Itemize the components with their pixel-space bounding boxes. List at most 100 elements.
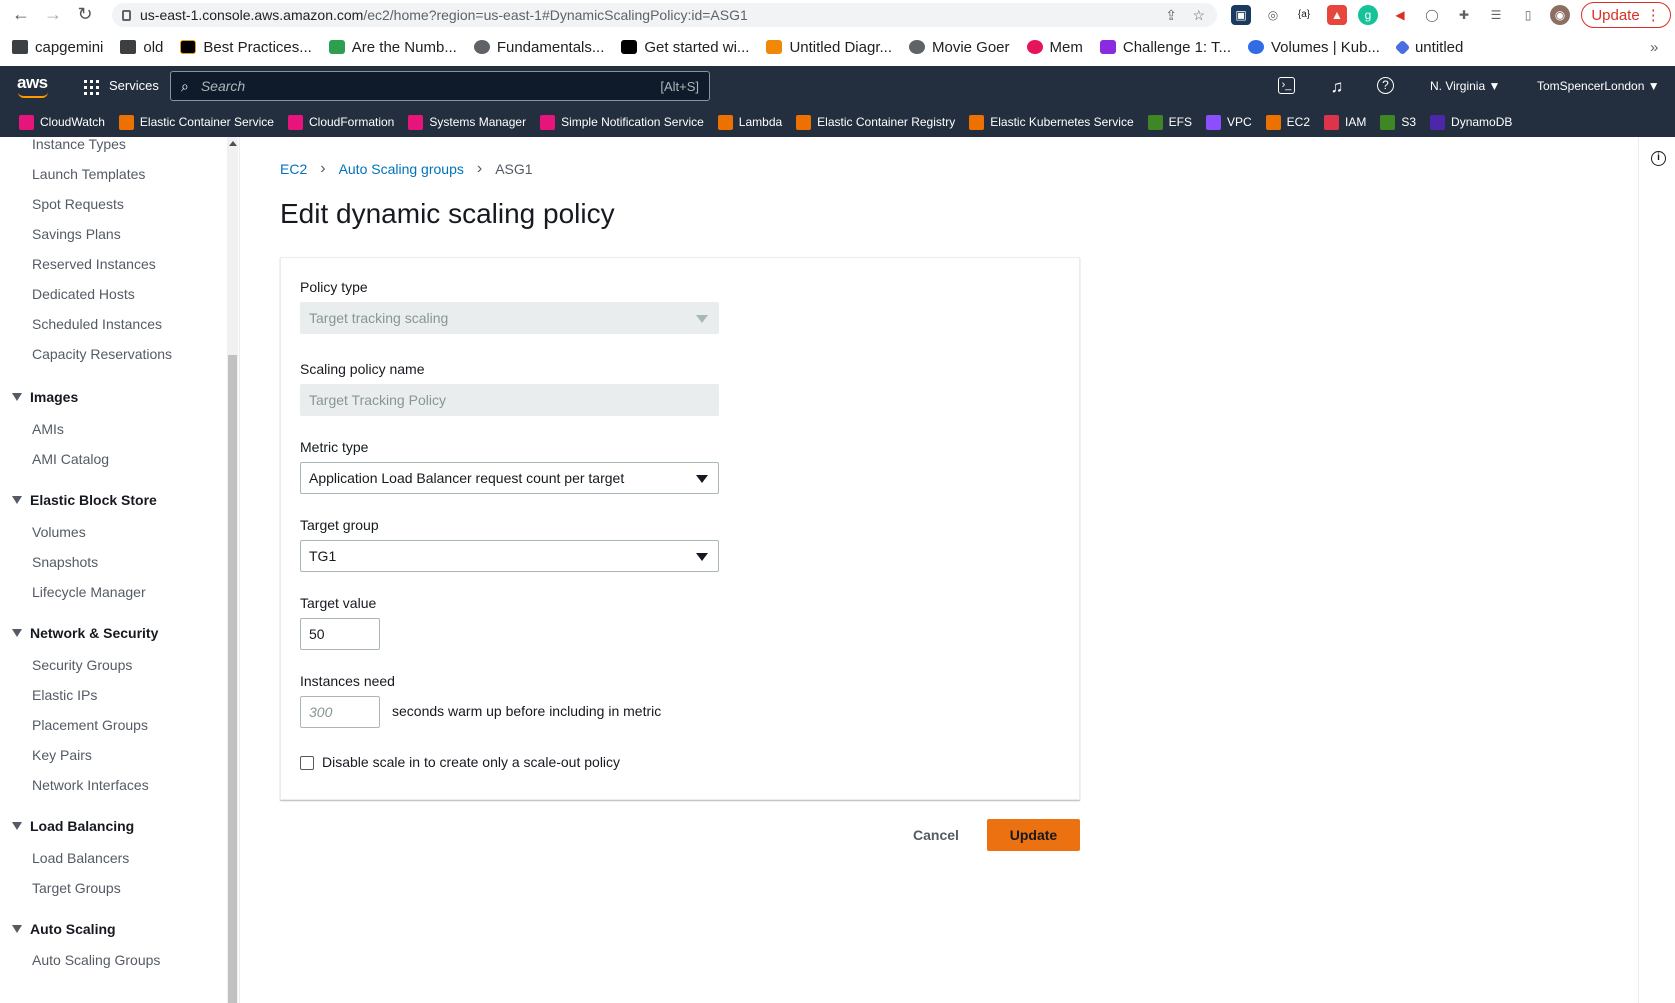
- scroll-up-arrow-icon[interactable]: [229, 141, 237, 146]
- help-icon[interactable]: ?: [1377, 77, 1394, 94]
- extension-icon[interactable]: g: [1358, 5, 1378, 25]
- sidebar-item-snapshots[interactable]: Snapshots: [32, 554, 98, 570]
- target-group-select[interactable]: TG1: [300, 540, 719, 572]
- reading-list-icon[interactable]: ☰: [1486, 5, 1506, 25]
- side-panel-icon[interactable]: ▯: [1518, 5, 1538, 25]
- target-value-input[interactable]: 50: [300, 618, 380, 650]
- sidebar-section-network-security[interactable]: Network & Security: [12, 625, 158, 641]
- services-grid-icon[interactable]: [84, 80, 99, 95]
- sidebar-item-elastic-ips[interactable]: Elastic IPs: [32, 687, 97, 703]
- sidebar-section-ebs[interactable]: Elastic Block Store: [12, 492, 157, 508]
- sidebar-section-auto-scaling[interactable]: Auto Scaling: [12, 921, 116, 937]
- extension-icon[interactable]: ◀: [1390, 5, 1410, 25]
- extension-icon[interactable]: ◯: [1422, 5, 1442, 25]
- sidebar-item-amis[interactable]: AMIs: [32, 421, 64, 437]
- sidebar-item-ami-catalog[interactable]: AMI Catalog: [32, 451, 109, 467]
- extensions-puzzle-icon[interactable]: ✚: [1454, 5, 1474, 25]
- bookmark-item[interactable]: Fundamentals...: [473, 39, 604, 56]
- cancel-button[interactable]: Cancel: [900, 819, 972, 851]
- info-icon[interactable]: i: [1651, 151, 1666, 166]
- sidebar-item-key-pairs[interactable]: Key Pairs: [32, 747, 92, 763]
- caret-down-icon: [12, 393, 22, 401]
- sidebar-scrollbar-thumb[interactable]: [228, 355, 237, 1003]
- favorite-efs[interactable]: EFS: [1147, 114, 1192, 130]
- sidebar-item-auto-scaling-groups[interactable]: Auto Scaling Groups: [32, 952, 160, 968]
- bookmark-item[interactable]: old: [120, 39, 163, 56]
- bookmark-item[interactable]: Get started wi...: [621, 39, 749, 56]
- star-icon[interactable]: ☆: [1192, 7, 1205, 24]
- aws-search-input[interactable]: ⌕ Search [Alt+S]: [170, 71, 710, 101]
- forward-icon[interactable]: →: [38, 4, 68, 25]
- sidebar-item-spot-requests[interactable]: Spot Requests: [32, 196, 124, 212]
- favorite-iam[interactable]: IAM: [1324, 114, 1366, 130]
- caret-down-icon: [696, 553, 708, 561]
- warmup-seconds-input[interactable]: 300: [300, 696, 380, 728]
- disable-scale-in-checkbox[interactable]: [300, 756, 314, 770]
- browser-update-button[interactable]: Update ⋮: [1581, 2, 1671, 28]
- favorite-label: Elastic Container Service: [139, 115, 274, 129]
- favorite-ecr[interactable]: Elastic Container Registry: [796, 114, 955, 130]
- kubernetes-icon: [1248, 40, 1264, 54]
- update-button[interactable]: Update: [987, 819, 1080, 851]
- sidebar-item-dedicated-hosts[interactable]: Dedicated Hosts: [32, 286, 135, 302]
- sidebar-item-security-groups[interactable]: Security Groups: [32, 657, 132, 673]
- breadcrumb-auto-scaling-groups[interactable]: Auto Scaling groups: [339, 161, 464, 177]
- favorite-ecs[interactable]: Elastic Container Service: [118, 114, 274, 130]
- bookmark-label: Are the Numb...: [351, 38, 457, 56]
- share-icon[interactable]: ⇪: [1165, 7, 1177, 24]
- cloudshell-icon[interactable]: ›_: [1278, 77, 1295, 94]
- sidebar-item-placement-groups[interactable]: Placement Groups: [32, 717, 148, 733]
- disable-scale-in-label[interactable]: Disable scale in to create only a scale-…: [322, 754, 620, 770]
- sidebar-item-reserved-instances[interactable]: Reserved Instances: [32, 256, 156, 272]
- sidebar-item-network-interfaces[interactable]: Network Interfaces: [32, 777, 149, 793]
- bookmark-item[interactable]: Mem: [1026, 39, 1083, 56]
- bookmark-item[interactable]: Volumes | Kub...: [1248, 39, 1380, 56]
- bookmark-item[interactable]: Untitled Diagr...: [766, 39, 892, 56]
- sidebar-item-target-groups[interactable]: Target Groups: [32, 880, 121, 896]
- sidebar-item-instance-types[interactable]: Instance Types: [32, 137, 126, 152]
- favorite-systems-manager[interactable]: Systems Manager: [408, 114, 526, 130]
- sidebar-section-load-balancing[interactable]: Load Balancing: [12, 818, 134, 834]
- extension-icon[interactable]: ◎: [1263, 5, 1283, 25]
- sidebar-item-scheduled-instances[interactable]: Scheduled Instances: [32, 316, 162, 332]
- sidebar-item-launch-templates[interactable]: Launch Templates: [32, 166, 145, 182]
- sidebar-item-lifecycle-manager[interactable]: Lifecycle Manager: [32, 584, 146, 600]
- sidebar-item-load-balancers[interactable]: Load Balancers: [32, 850, 129, 866]
- sidebar-item-savings-plans[interactable]: Savings Plans: [32, 226, 121, 242]
- services-menu[interactable]: Services: [109, 78, 159, 93]
- bookmark-item[interactable]: Movie Goer: [908, 39, 1010, 56]
- favorite-sns[interactable]: Simple Notification Service: [540, 114, 704, 130]
- favorite-eks[interactable]: Elastic Kubernetes Service: [969, 114, 1134, 130]
- address-bar[interactable]: us-east-1.console.aws.amazon.com/ec2/hom…: [112, 3, 1217, 27]
- metric-type-select[interactable]: Application Load Balancer request count …: [300, 462, 719, 494]
- notifications-bell-icon[interactable]: ♫: [1327, 77, 1347, 97]
- favorite-dynamodb[interactable]: DynamoDB: [1430, 114, 1512, 130]
- bookmark-item[interactable]: Challenge 1: T...: [1099, 39, 1231, 56]
- bookmark-item[interactable]: capgemini: [12, 39, 103, 56]
- region-selector[interactable]: N. Virginia ▼: [1430, 79, 1500, 93]
- profile-avatar[interactable]: ◉: [1550, 5, 1570, 25]
- back-icon[interactable]: ←: [6, 4, 36, 25]
- bookmark-item[interactable]: Are the Numb...: [328, 38, 457, 56]
- favorite-cloudformation[interactable]: CloudFormation: [287, 114, 394, 130]
- bookmark-item[interactable]: untitled: [1394, 39, 1463, 56]
- more-bookmarks-icon[interactable]: »: [1650, 39, 1658, 56]
- favorite-ec2[interactable]: EC2: [1265, 114, 1310, 130]
- extension-icon[interactable]: {a}: [1294, 5, 1314, 25]
- favorite-s3[interactable]: S3: [1380, 114, 1417, 130]
- favorite-vpc[interactable]: VPC: [1205, 114, 1252, 130]
- section-title: Elastic Block Store: [30, 492, 157, 508]
- aws-logo[interactable]: aws: [17, 73, 48, 98]
- favorite-lambda[interactable]: Lambda: [717, 114, 782, 130]
- sidebar-item-capacity-reservations[interactable]: Capacity Reservations: [32, 346, 172, 362]
- sidebar-section-images[interactable]: Images: [12, 389, 78, 405]
- favorite-label: S3: [1401, 115, 1417, 129]
- bookmark-item[interactable]: Best Practices...: [180, 39, 312, 56]
- extension-icon[interactable]: ▣: [1231, 5, 1251, 25]
- sidebar-item-volumes[interactable]: Volumes: [32, 524, 86, 540]
- favorite-cloudwatch[interactable]: CloudWatch: [19, 114, 105, 130]
- account-menu[interactable]: TomSpencerLondon ▼: [1537, 79, 1660, 93]
- breadcrumb-ec2[interactable]: EC2: [280, 161, 307, 177]
- reload-icon[interactable]: ↻: [70, 4, 100, 25]
- extension-icon[interactable]: ▲: [1327, 5, 1347, 25]
